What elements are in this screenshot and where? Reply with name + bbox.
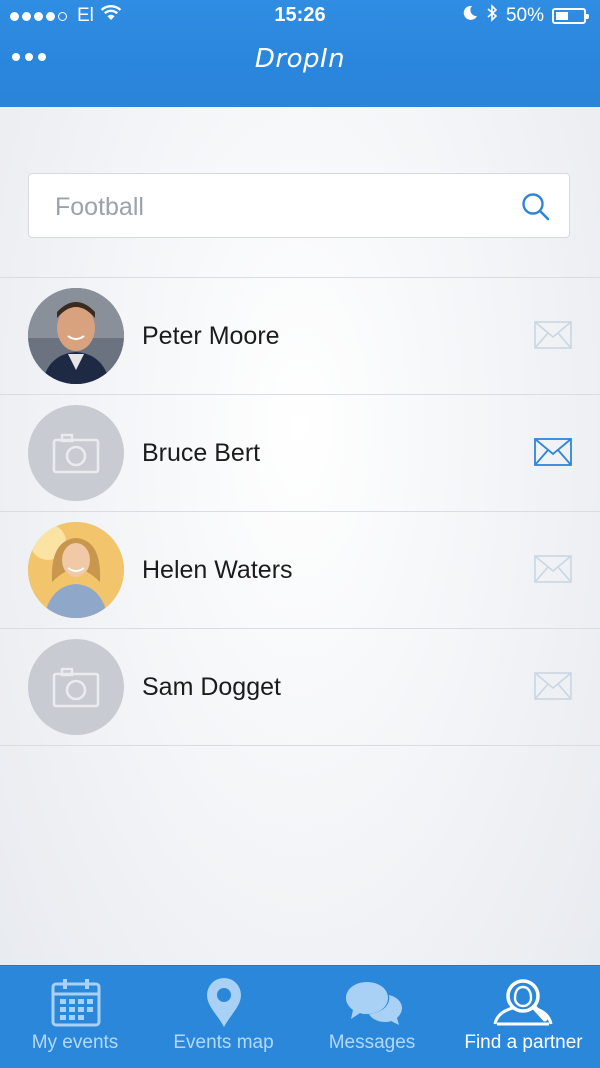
status-right: 50%: [462, 4, 589, 28]
search-input[interactable]: [53, 184, 497, 230]
search-box: [28, 173, 570, 238]
app-header: El 15:26 50% DropIn: [0, 0, 600, 107]
list-item[interactable]: Helen Waters: [0, 512, 600, 629]
list-item[interactable]: Bruce Bert: [0, 395, 600, 512]
tab-events-map[interactable]: Events map: [150, 966, 297, 1068]
bluetooth-icon: [486, 4, 498, 28]
app-logo: DropIn: [0, 44, 600, 74]
partner-list: Peter Moore Bruce Bert Helen Waters Sam …: [0, 277, 600, 746]
person-name: Bruce Bert: [142, 439, 261, 467]
moon-icon: [462, 5, 478, 27]
find-partner-icon: [491, 976, 555, 1035]
tab-messages[interactable]: Messages: [297, 966, 447, 1068]
list-item[interactable]: Sam Dogget: [0, 629, 600, 746]
message-envelope-icon[interactable]: [534, 321, 572, 354]
tab-my-events[interactable]: My events: [0, 966, 150, 1068]
battery-icon: [552, 8, 589, 24]
logo-text: DropIn: [254, 44, 346, 74]
map-pin-icon: [205, 978, 243, 1033]
avatar-placeholder: [28, 405, 124, 501]
avatar: [28, 522, 124, 618]
calendar-icon: [50, 978, 102, 1033]
avatar-placeholder: [28, 639, 124, 735]
person-name: Helen Waters: [142, 556, 293, 584]
person-name: Sam Dogget: [142, 673, 281, 701]
tab-label: My events: [31, 1032, 119, 1053]
message-envelope-icon[interactable]: [534, 555, 572, 588]
list-item[interactable]: Peter Moore: [0, 278, 600, 395]
camera-icon: [52, 432, 100, 479]
tab-label: Messages: [328, 1032, 416, 1053]
tab-label: Events map: [173, 1032, 274, 1053]
tab-bar: My events Events map Messages Find a par…: [0, 965, 600, 1068]
message-envelope-icon[interactable]: [534, 438, 572, 471]
person-name: Peter Moore: [142, 322, 280, 350]
avatar: [28, 288, 124, 384]
chat-bubbles-icon: [345, 978, 403, 1033]
search-icon[interactable]: [521, 192, 551, 227]
message-envelope-icon[interactable]: [534, 672, 572, 705]
status-bar: El 15:26 50%: [0, 0, 600, 32]
battery-percent: 50%: [505, 5, 544, 26]
camera-icon: [52, 666, 100, 713]
tab-label: Find a partner: [464, 1032, 583, 1053]
tab-find-a-partner[interactable]: Find a partner: [447, 966, 600, 1068]
